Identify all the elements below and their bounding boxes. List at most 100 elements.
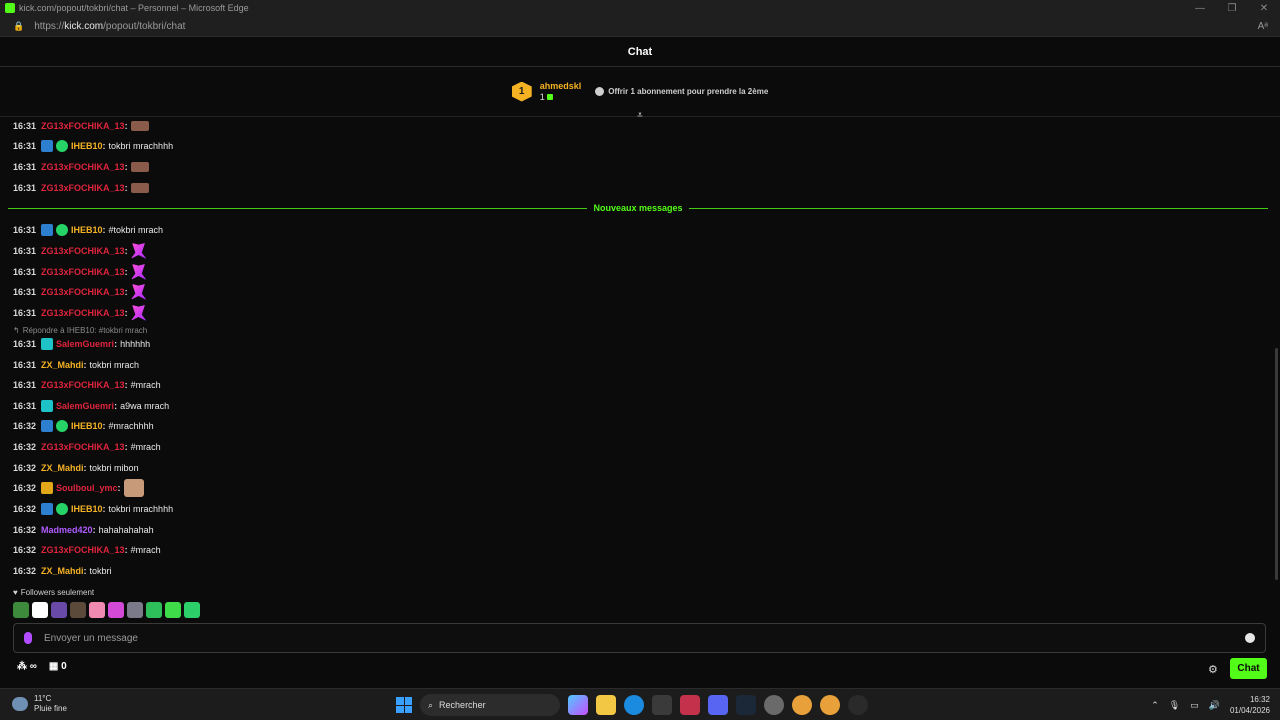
pink-emote-icon[interactable] bbox=[130, 284, 147, 300]
message-username[interactable]: ZG13xFOCHIKA_13 bbox=[41, 545, 125, 555]
chat-message[interactable]: 16:31 ZG13xFOCHIKA_13: bbox=[13, 159, 149, 175]
gun-emote-icon[interactable] bbox=[130, 162, 149, 172]
weather-widget[interactable]: 11°C Pluie fine bbox=[12, 694, 67, 714]
emote-t-icon[interactable] bbox=[51, 602, 67, 618]
reply-context[interactable]: ↰ Répondre à IHEB10: #tokbri mrach bbox=[13, 324, 147, 336]
windows-start-icon[interactable] bbox=[396, 697, 412, 713]
gun-emote-icon[interactable] bbox=[130, 121, 149, 131]
channel-points[interactable]: ⁂ ∞ bbox=[17, 661, 37, 672]
gift-offer[interactable]: Offrir 1 abonnement pour prendre la 2ème bbox=[595, 87, 768, 96]
store-app-icon[interactable] bbox=[652, 695, 672, 715]
chat-message-list[interactable]: 16:31 ZG13xFOCHIKA_13: 16:31 IHEB10: tokbri … bbox=[0, 118, 1276, 586]
emote-kick-icon[interactable] bbox=[184, 602, 200, 618]
steam-icon[interactable] bbox=[736, 695, 756, 715]
message-username[interactable]: SalemGuemri bbox=[56, 401, 114, 411]
quick-emote-bar[interactable] bbox=[13, 602, 200, 618]
message-username[interactable]: ZG13xFOCHIKA_13 bbox=[41, 246, 125, 256]
message-username[interactable]: Soulboul_ymc bbox=[56, 483, 118, 493]
message-username[interactable]: ZG13xFOCHIKA_13 bbox=[41, 308, 125, 318]
cyan-badge-icon[interactable] bbox=[41, 400, 54, 412]
chat-message[interactable]: 16:31 ZG13xFOCHIKA_13: bbox=[13, 118, 149, 134]
emote-white-icon[interactable] bbox=[32, 602, 48, 618]
message-username[interactable]: ZG13xFOCHIKA_13 bbox=[41, 287, 125, 297]
blue-badge-icon[interactable] bbox=[41, 224, 54, 236]
chat-message[interactable]: 16:32 Madmed420: hahahahahah bbox=[13, 522, 154, 538]
settings-app-icon[interactable] bbox=[764, 695, 784, 715]
chat-message[interactable]: 16:32 Soulboul_ymc: bbox=[13, 479, 144, 497]
chat-message[interactable]: 16:31 ZG13xFOCHIKA_13: bbox=[13, 180, 149, 196]
gun-emote-icon[interactable] bbox=[130, 183, 149, 193]
chat-message[interactable]: 16:31 IHEB10: tokbri mrachhhh bbox=[13, 138, 173, 154]
file-explorer-icon[interactable] bbox=[596, 695, 616, 715]
message-username[interactable]: ZG13xFOCHIKA_13 bbox=[41, 380, 125, 390]
blue-badge-icon[interactable] bbox=[41, 420, 54, 432]
adobe-app-icon[interactable] bbox=[680, 695, 700, 715]
emote-butterfly-icon[interactable] bbox=[108, 602, 124, 618]
restore-icon[interactable]: ❐ bbox=[1216, 0, 1248, 16]
message-username[interactable]: Madmed420 bbox=[41, 525, 93, 535]
tray-expand-icon[interactable]: ⌃ bbox=[1151, 700, 1159, 711]
message-username[interactable]: IHEB10 bbox=[71, 421, 103, 431]
chat-message[interactable]: 16:31 SalemGuemri: hhhhhh bbox=[13, 336, 150, 352]
chat-message[interactable]: 16:32 ZX_Mahdi: tokbri bbox=[13, 563, 112, 579]
verified-badge-icon[interactable] bbox=[56, 503, 69, 515]
blue-badge-icon[interactable] bbox=[41, 140, 54, 152]
pink-emote-icon[interactable] bbox=[130, 243, 147, 259]
message-username[interactable]: IHEB10 bbox=[71, 225, 103, 235]
chat-message[interactable]: 16:32 ZG13xFOCHIKA_13: #mrach bbox=[13, 439, 161, 455]
cyan-badge-icon[interactable] bbox=[41, 338, 54, 350]
send-chat-button[interactable]: Chat bbox=[1230, 658, 1267, 679]
message-username[interactable]: ZG13xFOCHIKA_13 bbox=[41, 183, 125, 193]
edge-browser-icon[interactable] bbox=[624, 695, 644, 715]
message-input[interactable] bbox=[44, 632, 1245, 644]
address-bar[interactable]: 🔒 https://kick.com/popout/tokbri/chat Aᵃ bbox=[0, 16, 1280, 37]
url-text[interactable]: https://kick.com/popout/tokbri/chat bbox=[34, 21, 185, 32]
obs-icon[interactable] bbox=[848, 695, 868, 715]
message-username[interactable]: SalemGuemri bbox=[56, 339, 114, 349]
taskbar-search[interactable]: ⌕ Rechercher bbox=[420, 694, 560, 716]
chat-message[interactable]: 16:31 SalemGuemri: a9wa mrach bbox=[13, 398, 169, 414]
emote-chat-icon[interactable] bbox=[165, 602, 181, 618]
copilot-icon[interactable] bbox=[568, 695, 588, 715]
volume-icon[interactable]: 🔊 bbox=[1209, 700, 1220, 711]
chat-scrollbar[interactable] bbox=[1275, 348, 1278, 580]
message-username[interactable]: ZG13xFOCHIKA_13 bbox=[41, 267, 125, 277]
chat-message[interactable]: 16:31 ZG13xFOCHIKA_13: bbox=[13, 264, 147, 280]
emote-face-icon[interactable] bbox=[70, 602, 86, 618]
chrome-icon[interactable] bbox=[792, 695, 812, 715]
message-input-box[interactable] bbox=[13, 623, 1266, 653]
mic-tray-icon[interactable]: 🎙 bbox=[1169, 700, 1180, 711]
chat-message[interactable]: 16:32 ZX_Mahdi: tokbri mibon bbox=[13, 460, 139, 476]
emoji-picker-icon[interactable] bbox=[1245, 633, 1255, 643]
minimize-icon[interactable]: — bbox=[1184, 0, 1216, 16]
message-username[interactable]: IHEB10 bbox=[71, 141, 103, 151]
message-username[interactable]: IHEB10 bbox=[71, 504, 103, 514]
chat-message[interactable]: 16:31 ZG13xFOCHIKA_13: bbox=[13, 305, 147, 321]
chat-message[interactable]: 16:31 IHEB10: #tokbri mrach bbox=[13, 222, 163, 238]
verified-badge-icon[interactable] bbox=[56, 224, 69, 236]
message-username[interactable]: ZG13xFOCHIKA_13 bbox=[41, 121, 125, 131]
chat-message[interactable]: 16:31 ZG13xFOCHIKA_13: bbox=[13, 243, 147, 259]
close-icon[interactable]: ✕ bbox=[1248, 0, 1280, 16]
clock[interactable]: 16:32 01/04/2026 bbox=[1230, 694, 1270, 716]
message-username[interactable]: ZX_Mahdi bbox=[41, 566, 84, 576]
chat-message[interactable]: 16:31 ZX_Mahdi: tokbri mrach bbox=[13, 357, 139, 373]
crown-badge-icon[interactable] bbox=[41, 482, 54, 494]
emote-frog-icon[interactable] bbox=[13, 602, 29, 618]
verified-badge-icon[interactable] bbox=[56, 420, 69, 432]
discord-icon[interactable] bbox=[708, 695, 728, 715]
chat-message[interactable]: 16:31 ZG13xFOCHIKA_13: #mrach bbox=[13, 377, 161, 393]
network-icon[interactable]: ▭ bbox=[1190, 700, 1199, 711]
store-points[interactable]: ▦ 0 bbox=[49, 661, 67, 672]
chat-message[interactable]: 16:31 ZG13xFOCHIKA_13: bbox=[13, 284, 147, 300]
chat-message[interactable]: 16:32 IHEB10: #mrachhhh bbox=[13, 418, 154, 434]
emote-pink-icon[interactable] bbox=[89, 602, 105, 618]
pink-emote-icon[interactable] bbox=[130, 264, 147, 280]
read-aloud-icon[interactable]: Aᵃ bbox=[1258, 21, 1268, 32]
chrome-profile-icon[interactable] bbox=[820, 695, 840, 715]
emote-person-icon[interactable] bbox=[127, 602, 143, 618]
microphone-icon[interactable] bbox=[24, 632, 32, 644]
message-username[interactable]: ZG13xFOCHIKA_13 bbox=[41, 162, 125, 172]
chat-message[interactable]: 16:32 ZG13xFOCHIKA_13: #mrach bbox=[13, 542, 161, 558]
message-username[interactable]: ZG13xFOCHIKA_13 bbox=[41, 442, 125, 452]
